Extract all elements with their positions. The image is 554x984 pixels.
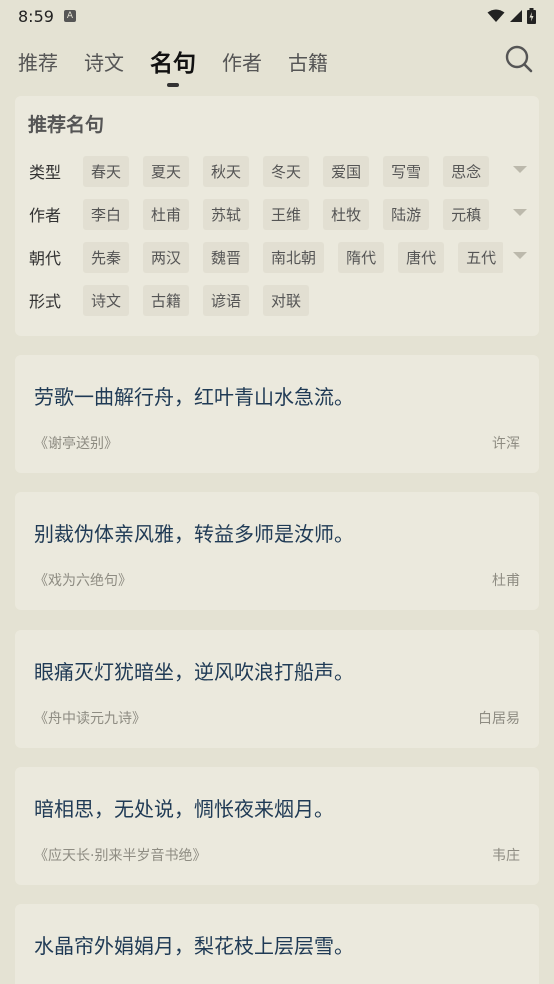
tab-classics[interactable]: 古籍: [288, 47, 328, 76]
quote-text: 暗相思，无处说，惆怅夜来烟月。: [34, 797, 334, 821]
filter-chip[interactable]: 南北朝: [263, 241, 325, 273]
status-icons: [487, 8, 536, 24]
quote-card[interactable]: 水晶帘外娟娟月，梨花枝上层层雪。: [15, 904, 539, 984]
filter-chip[interactable]: 对联: [263, 284, 310, 316]
expand-arrow-icon[interactable]: [513, 209, 527, 216]
filter-chip[interactable]: 隋代: [338, 241, 385, 273]
filter-row-label: 形式: [29, 292, 62, 311]
quote-text: 水晶帘外娟娟月，梨花枝上层层雪。: [34, 934, 354, 958]
filter-chip[interactable]: 杜牧: [323, 198, 370, 230]
expand-arrow-icon[interactable]: [513, 252, 527, 259]
quote-text: 别裁伪体亲风雅，转益多师是汝师。: [34, 522, 354, 546]
battery-icon: [527, 8, 536, 24]
quote-source: 《谢亭送别》: [34, 436, 118, 452]
tab-authors[interactable]: 作者: [222, 47, 262, 76]
wifi-icon: [487, 9, 505, 22]
quote-author: 许浑: [492, 436, 520, 452]
filter-chip[interactable]: 王维: [263, 198, 310, 230]
filter-row-dynasty: 朝代 先秦 两汉 魏晋 南北朝 隋代 唐代 五代: [15, 240, 539, 274]
signal-icon: [510, 10, 522, 22]
tab-famous-lines[interactable]: 名句: [150, 44, 196, 78]
filter-chip[interactable]: 魏晋: [203, 241, 250, 273]
filter-row-form: 形式 诗文 古籍 谚语 对联: [15, 283, 539, 317]
filter-row-type: 类型 春天 夏天 秋天 冬天 爱国 写雪 思念 爱: [15, 154, 539, 188]
tab-recommend[interactable]: 推荐: [18, 47, 58, 76]
filter-chip[interactable]: 李白: [83, 198, 130, 230]
filter-chip[interactable]: 古籍: [143, 284, 190, 316]
filter-row-label: 类型: [29, 163, 62, 182]
filter-chip[interactable]: 五代: [458, 241, 503, 273]
quote-card[interactable]: 别裁伪体亲风雅，转益多师是汝师。 《戏为六绝句》 杜甫: [15, 492, 539, 610]
filter-chip[interactable]: 两汉: [143, 241, 190, 273]
expand-arrow-icon[interactable]: [513, 166, 527, 173]
status-time: 8:59: [18, 6, 54, 26]
quote-card[interactable]: 暗相思，无处说，惆怅夜来烟月。 《应天长·别来半岁音书绝》 韦庄: [15, 767, 539, 885]
filter-row-label: 作者: [29, 206, 62, 225]
notification-icon: A: [63, 10, 76, 22]
filter-chip[interactable]: 写雪: [383, 155, 430, 187]
top-nav: 推荐 诗文 名句 作者 古籍: [0, 36, 554, 86]
filter-chip[interactable]: 思念: [443, 155, 490, 187]
quote-text: 眼痛灭灯犹暗坐，逆风吹浪打船声。: [34, 660, 354, 684]
filter-chips: 先秦 两汉 魏晋 南北朝 隋代 唐代 五代: [83, 241, 503, 273]
quote-card[interactable]: 眼痛灭灯犹暗坐，逆风吹浪打船声。 《舟中读元九诗》 白居易: [15, 630, 539, 748]
panel-title: 推荐名句: [28, 114, 105, 136]
quote-text: 劳歌一曲解行舟，红叶青山水急流。: [34, 385, 354, 409]
filter-chip[interactable]: 元稹: [443, 198, 490, 230]
quote-source: 《应天长·别来半岁音书绝》: [34, 848, 207, 864]
filter-chip[interactable]: 诗文: [83, 284, 130, 316]
filter-chips: 春天 夏天 秋天 冬天 爱国 写雪 思念 爱: [83, 155, 503, 187]
filter-chip[interactable]: 陆游: [383, 198, 430, 230]
status-bar: 8:59 A: [0, 0, 554, 32]
quote-source: 《舟中读元九诗》: [34, 711, 146, 727]
filter-chip[interactable]: 谚语: [203, 284, 250, 316]
filter-chips: 李白 杜甫 苏轼 王维 杜牧 陆游 元稹 李: [83, 198, 503, 230]
quote-source: 《戏为六绝句》: [34, 573, 132, 589]
search-icon[interactable]: [504, 44, 534, 74]
filter-chip[interactable]: 先秦: [83, 241, 130, 273]
filter-row-label: 朝代: [29, 249, 62, 268]
filter-chip[interactable]: 爱国: [323, 155, 370, 187]
filter-chip[interactable]: 苏轼: [203, 198, 250, 230]
filter-chip[interactable]: 夏天: [143, 155, 190, 187]
filter-chip[interactable]: 冬天: [263, 155, 310, 187]
filter-chips: 诗文 古籍 谚语 对联: [83, 284, 503, 316]
filter-chip[interactable]: 杜甫: [143, 198, 190, 230]
quote-author: 白居易: [478, 711, 520, 727]
filter-chip[interactable]: 秋天: [203, 155, 250, 187]
filter-row-author: 作者 李白 杜甫 苏轼 王维 杜牧 陆游 元稹 李: [15, 197, 539, 231]
quote-author: 杜甫: [492, 573, 520, 589]
filter-chip[interactable]: 春天: [83, 155, 130, 187]
quote-card[interactable]: 劳歌一曲解行舟，红叶青山水急流。 《谢亭送别》 许浑: [15, 355, 539, 473]
tab-poems[interactable]: 诗文: [84, 47, 124, 76]
filter-chip[interactable]: 唐代: [398, 241, 445, 273]
filter-panel: 推荐名句 类型 春天 夏天 秋天 冬天 爱国 写雪 思念 爱 作者 李白 杜甫 …: [15, 96, 539, 336]
quote-author: 韦庄: [492, 848, 520, 864]
